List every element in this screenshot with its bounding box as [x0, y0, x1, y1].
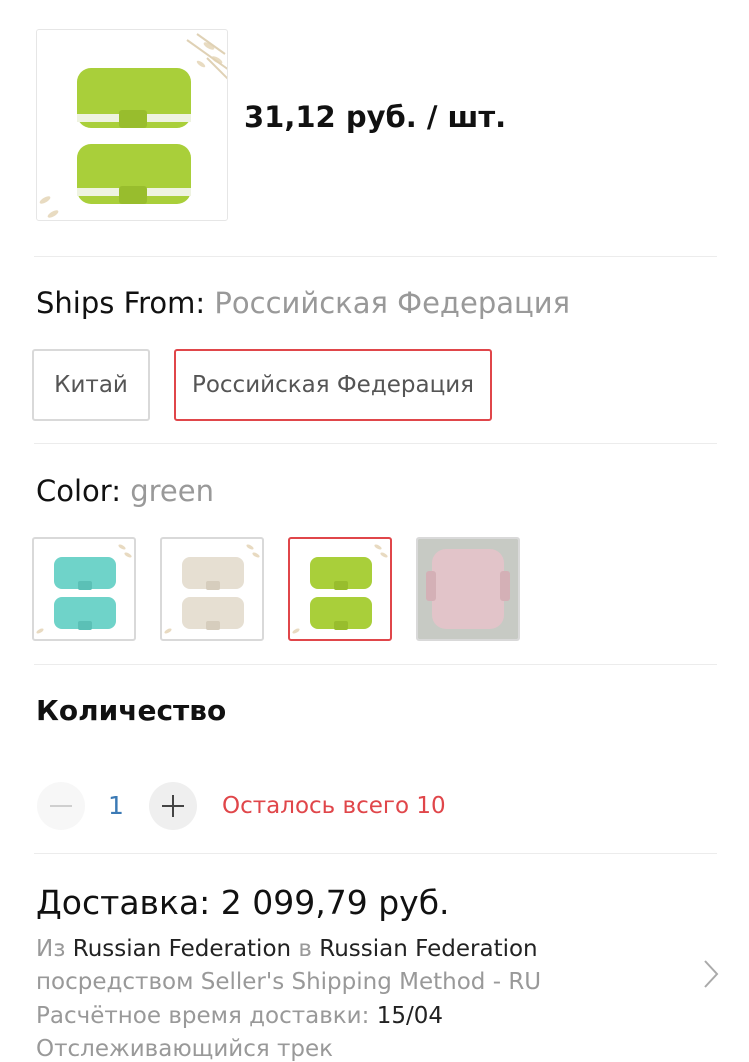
divider — [34, 256, 717, 257]
color-heading: Color: green — [36, 474, 214, 508]
delivery-method: посредством Seller's Shipping Method - R… — [36, 969, 542, 995]
pill-box-teal-image — [36, 544, 132, 634]
ships-from-option-russia[interactable]: Российская Федерация — [174, 349, 492, 421]
from-prefix: Из — [36, 936, 66, 962]
pill-box-green-image — [292, 544, 388, 634]
quantity-increase-button[interactable] — [149, 782, 197, 830]
eta-label: Расчётное время доставки: — [36, 1003, 370, 1029]
color-swatch-teal[interactable] — [32, 537, 136, 641]
stock-remaining: Осталось всего 10 — [222, 793, 446, 819]
quantity-label: Количество — [36, 694, 227, 727]
ships-from-heading: Ships From: Российская Федерация — [36, 286, 570, 320]
delivery-title: Доставка: 2 099,79 руб. — [36, 883, 450, 922]
delivery-details-chevron[interactable] — [700, 958, 722, 994]
delivery-route: Из Russian Federation в Russian Federati… — [36, 936, 538, 962]
color-label: Color: — [36, 474, 121, 508]
product-price: 31,12 руб. / шт. — [244, 100, 507, 134]
pill-box-green-image — [39, 33, 227, 218]
product-image[interactable] — [36, 29, 228, 221]
minus-icon — [50, 805, 72, 807]
color-swatch-pink[interactable] — [416, 537, 520, 641]
from-country: Russian Federation — [72, 936, 292, 962]
divider — [34, 443, 717, 444]
delivery-eta: Расчётное время доставки: 15/04 — [36, 1003, 443, 1029]
ships-from-option-china[interactable]: Китай — [32, 349, 150, 421]
quantity-value[interactable]: 1 — [98, 791, 134, 820]
divider — [34, 853, 717, 854]
pill-box-beige-image — [164, 544, 260, 634]
delivery-tracking: Отслеживающийся трек — [36, 1036, 334, 1062]
eta-value: 15/04 — [376, 1003, 443, 1029]
color-selected: green — [130, 474, 214, 508]
quantity-decrease-button[interactable] — [37, 782, 85, 830]
chevron-right-icon — [704, 960, 719, 988]
option-label: Китай — [54, 372, 128, 398]
to-prefix: в — [298, 936, 312, 962]
color-swatch-green[interactable] — [288, 537, 392, 641]
ships-from-selected: Российская Федерация — [214, 286, 571, 320]
ships-from-label: Ships From: — [36, 286, 206, 320]
color-swatch-beige[interactable] — [160, 537, 264, 641]
plus-icon — [162, 795, 184, 817]
option-label: Российская Федерация — [191, 372, 475, 398]
divider — [34, 664, 717, 665]
to-country: Russian Federation — [319, 936, 538, 962]
pill-box-pink-image — [418, 539, 518, 639]
